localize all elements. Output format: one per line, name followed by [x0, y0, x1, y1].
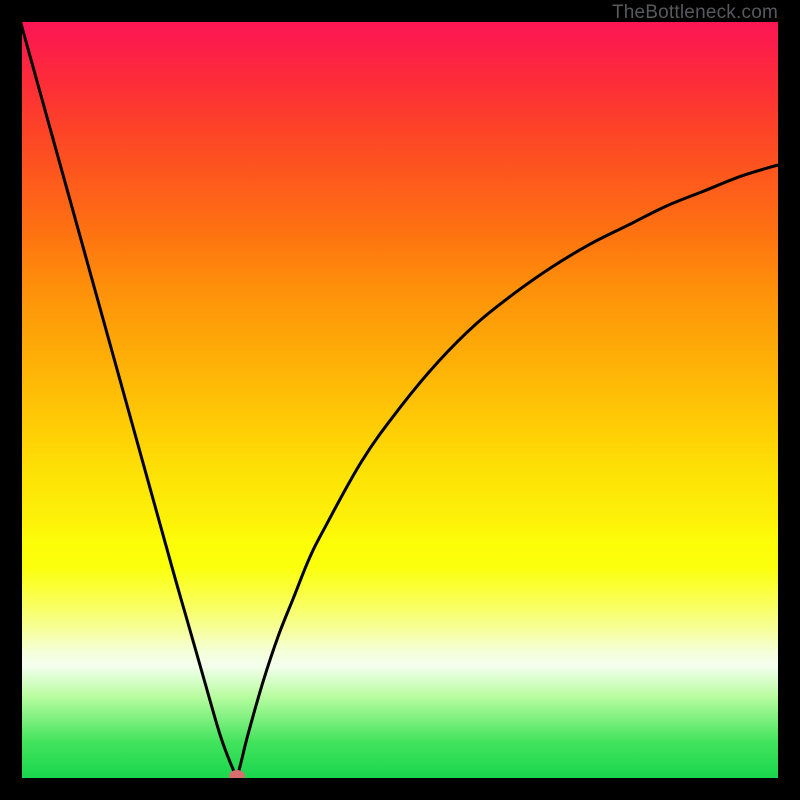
- curve-svg: [20, 20, 780, 780]
- chart-plot-area: [20, 20, 780, 780]
- bottleneck-curve-path: [20, 20, 780, 776]
- minimum-marker: [229, 770, 245, 780]
- watermark-text: TheBottleneck.com: [612, 2, 778, 24]
